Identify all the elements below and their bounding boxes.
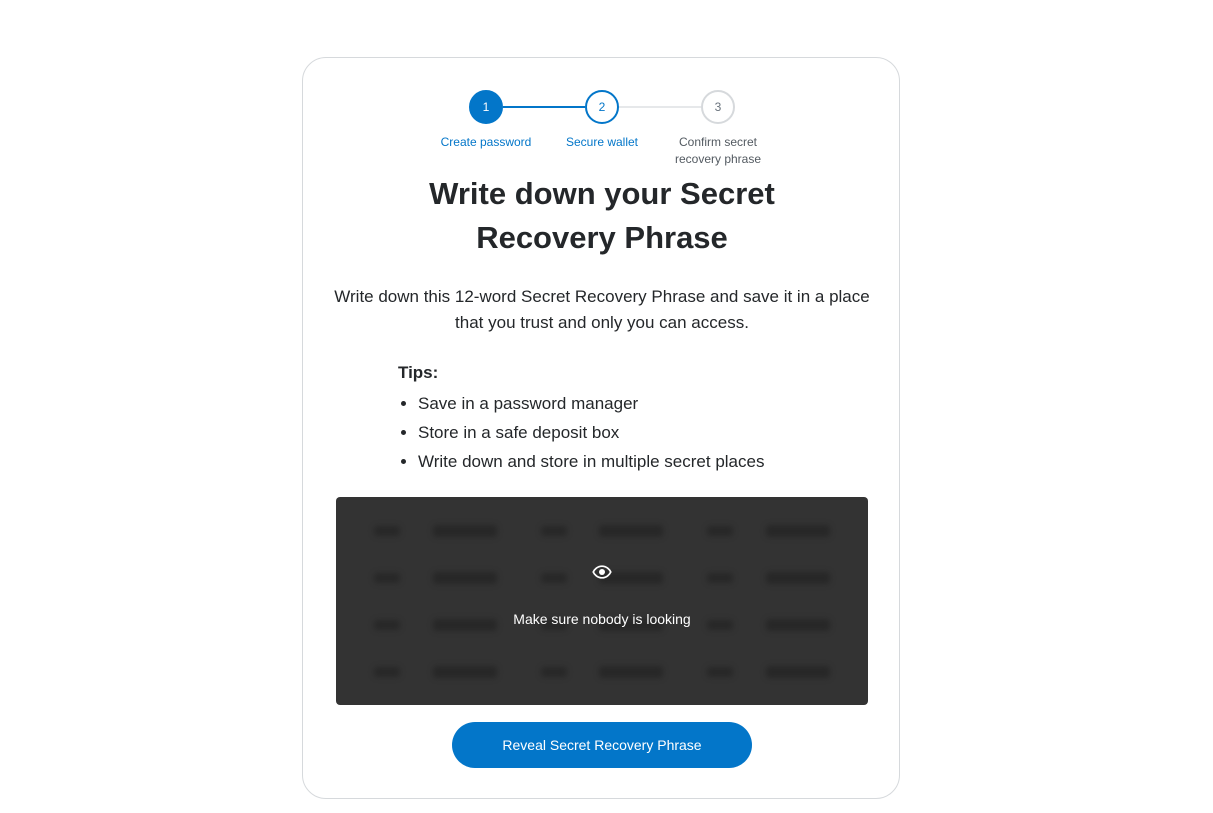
stepper-progress-line-pending: [619, 106, 701, 108]
tips-list: Save in a password manager Store in a sa…: [398, 389, 838, 476]
tip-item: Store in a safe deposit box: [418, 418, 838, 447]
privacy-warning-text: Make sure nobody is looking: [513, 611, 691, 627]
phrase-overlay: Make sure nobody is looking: [336, 497, 868, 705]
step-3-label: Confirm secret recovery phrase: [674, 135, 762, 166]
reveal-phrase-button[interactable]: Reveal Secret Recovery Phrase: [452, 722, 752, 768]
tips-title: Tips:: [398, 363, 439, 382]
tips-section: Tips: Save in a password manager Store i…: [398, 360, 838, 476]
onboarding-card: 1 2 3 Create password Secure wallet Conf…: [302, 57, 900, 799]
tip-item: Write down and store in multiple secret …: [418, 447, 838, 476]
stepper-progress-line-complete: [503, 106, 585, 108]
tip-item: Save in a password manager: [418, 389, 838, 418]
eye-icon: [592, 565, 612, 579]
step-1-circle: 1: [469, 90, 503, 124]
page-description: Write down this 12-word Secret Recovery …: [334, 287, 870, 332]
secret-phrase-box[interactable]: Make sure nobody is looking: [336, 497, 868, 705]
page-title: Write down your Secret Recovery Phrase: [429, 176, 775, 255]
step-2-label: Secure wallet: [565, 135, 639, 149]
step-2-circle: 2: [585, 90, 619, 124]
step-1-label: Create password: [440, 135, 532, 149]
step-3-circle: 3: [701, 90, 735, 124]
